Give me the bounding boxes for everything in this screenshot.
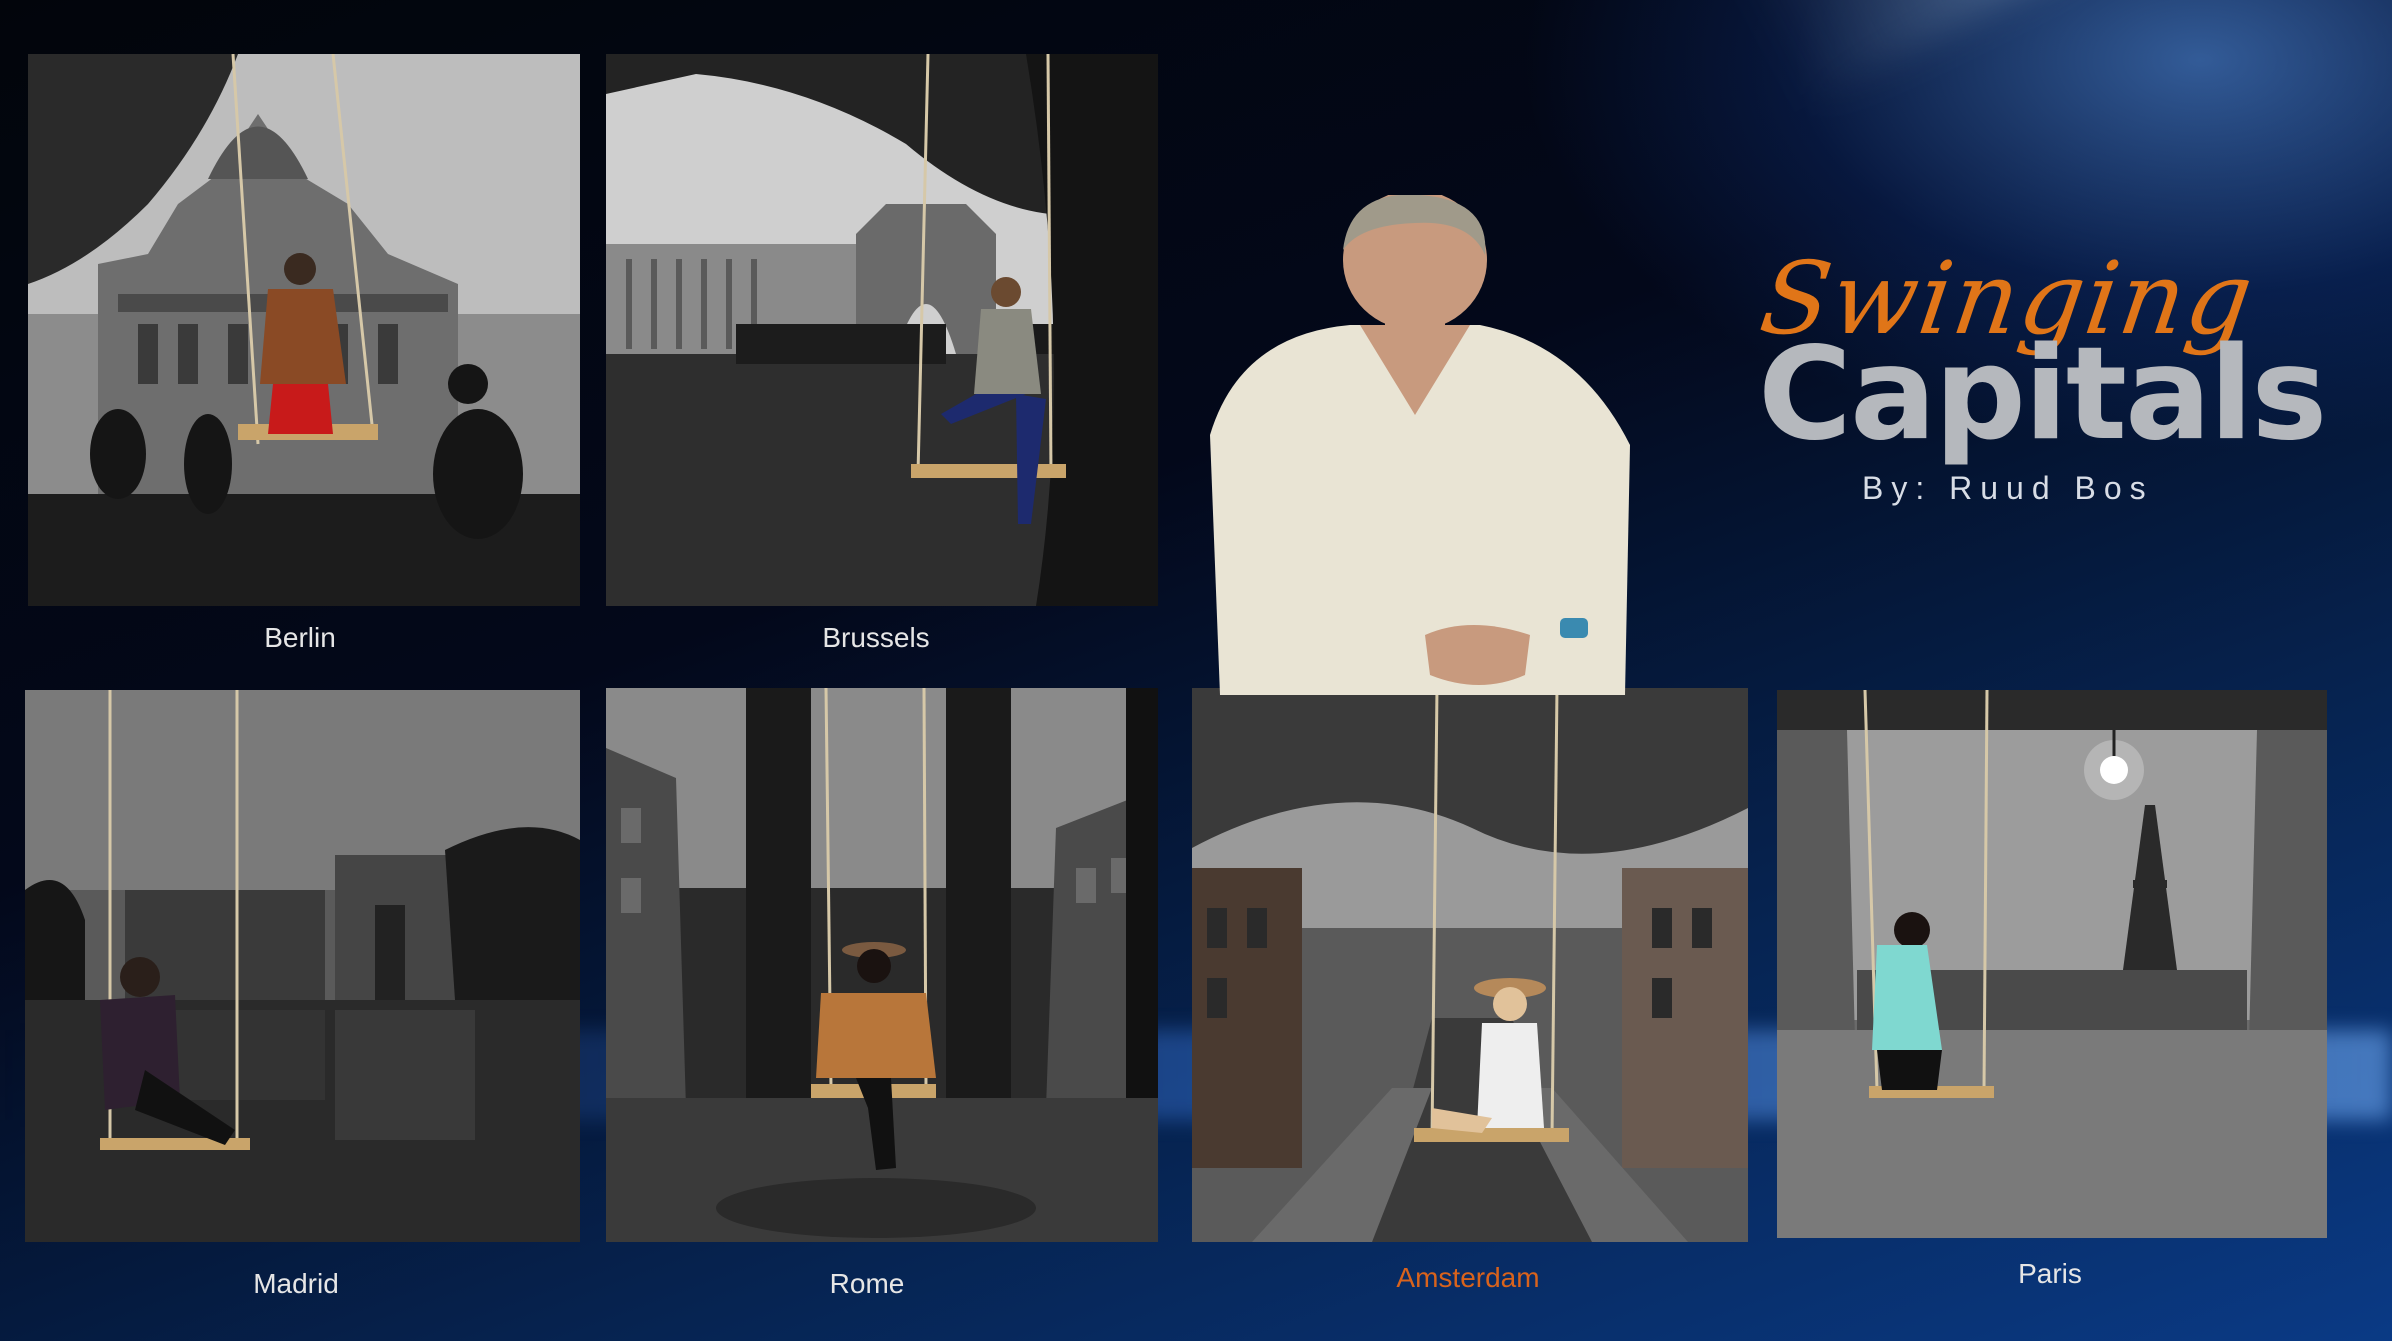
caption-madrid: Madrid xyxy=(253,1268,339,1299)
amsterdam-photo-image xyxy=(1192,688,1748,1242)
photo-madrid[interactable] xyxy=(25,690,580,1242)
byline: By: Ruud Bos xyxy=(1862,470,2154,506)
caption-brussels: Brussels xyxy=(822,622,930,653)
rome-photo-image xyxy=(606,688,1158,1242)
caption-rome: Rome xyxy=(829,1268,905,1299)
paris-photo-image xyxy=(1777,690,2327,1238)
berlin-photo-image xyxy=(28,54,580,606)
photo-rome[interactable] xyxy=(606,688,1158,1242)
brussels-photo-image xyxy=(606,54,1158,606)
photo-brussels[interactable] xyxy=(606,54,1158,606)
caption-amsterdam: Amsterdam xyxy=(1396,1262,1540,1293)
artist-portrait-image xyxy=(1210,190,1630,695)
caption-paris: Paris xyxy=(2018,1258,2082,1289)
caption-berlin: Berlin xyxy=(264,622,336,653)
photo-paris[interactable] xyxy=(1777,690,2327,1238)
title-capitals: Capitals xyxy=(1758,320,2327,469)
photo-amsterdam[interactable] xyxy=(1192,688,1748,1242)
madrid-photo-image xyxy=(25,690,580,1242)
photo-berlin[interactable] xyxy=(28,54,580,606)
artist-portrait xyxy=(1180,190,1650,695)
